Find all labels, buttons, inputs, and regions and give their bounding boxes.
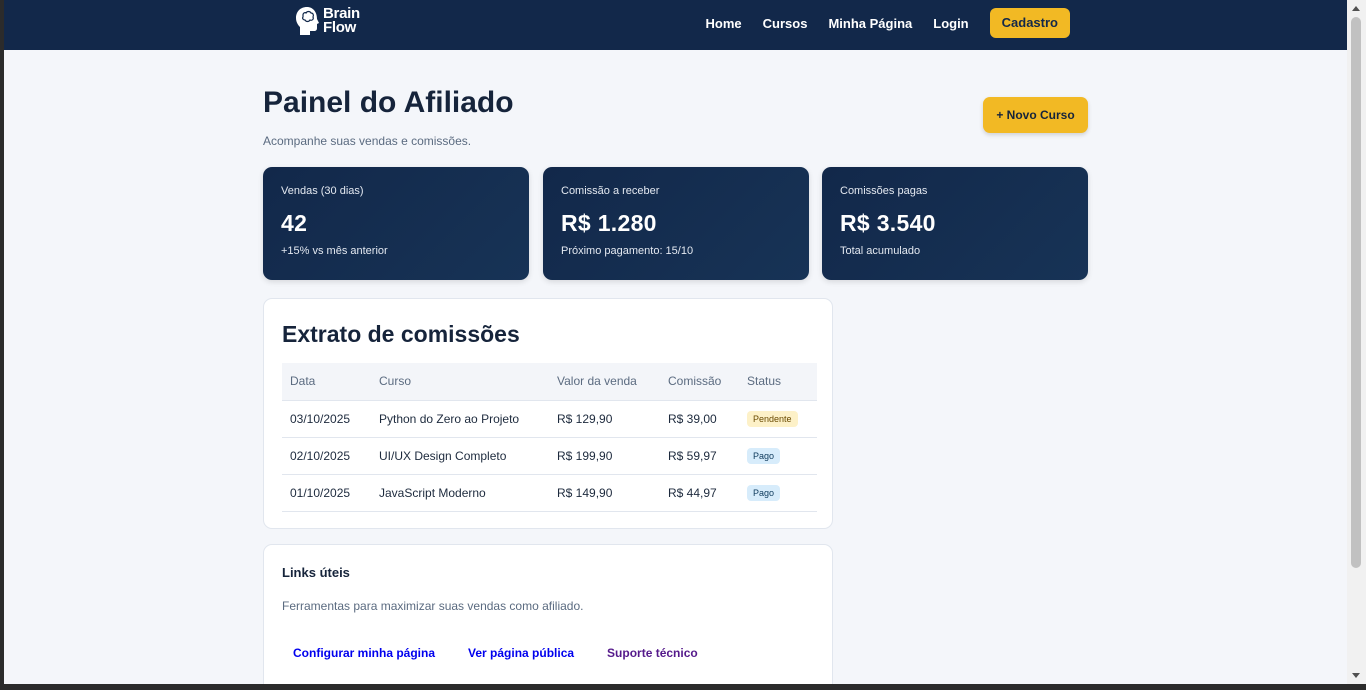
page-title: Painel do Afiliado — [263, 86, 514, 119]
cell-course: Python do Zero ao Projeto — [371, 400, 549, 438]
nav-minha-pagina[interactable]: Minha Página — [828, 16, 912, 31]
cell-course: JavaScript Moderno — [371, 474, 549, 512]
scrollbar-thumb[interactable] — [1351, 17, 1361, 568]
stat-value: R$ 3.540 — [840, 210, 936, 236]
useful-links-description: Ferramentas para maximizar suas vendas c… — [282, 599, 584, 613]
useful-links-list: Configurar minha página Ver página públi… — [293, 646, 731, 660]
table-row: 01/10/2025 JavaScript Moderno R$ 149,90 … — [282, 474, 817, 512]
cell-date: 01/10/2025 — [282, 474, 371, 512]
cell-sale-value: R$ 199,90 — [549, 437, 660, 475]
stat-note: Total acumulado — [840, 245, 921, 257]
stat-note: +15% vs mês anterior — [281, 245, 388, 257]
useful-links-panel: Links úteis Ferramentas para maximizar s… — [263, 544, 833, 684]
link-view-public-page[interactable]: Ver página pública — [468, 646, 574, 660]
stat-card-sales: Vendas (30 dias) 42 +15% vs mês anterior — [263, 167, 529, 280]
nav-cursos[interactable]: Cursos — [763, 16, 808, 31]
stat-label: Comissões pagas — [840, 185, 928, 197]
new-course-button[interactable]: + Novo Curso — [983, 97, 1088, 133]
cell-date: 02/10/2025 — [282, 437, 371, 475]
stat-card-commission-paid: Comissões pagas R$ 3.540 Total acumulado — [822, 167, 1088, 280]
stat-value: R$ 1.280 — [561, 210, 657, 236]
status-badge: Pendente — [747, 410, 798, 427]
stat-card-commission-receivable: Comissão a receber R$ 1.280 Próximo paga… — [543, 167, 809, 280]
table-row: 02/10/2025 UI/UX Design Completo R$ 199,… — [282, 437, 817, 475]
cell-date: 03/10/2025 — [282, 400, 371, 438]
status-badge: Pago — [747, 484, 781, 501]
table-header-row: Data Curso Valor da venda Comissão Statu… — [282, 363, 817, 401]
cell-commission: R$ 44,97 — [660, 474, 739, 512]
page-subtitle: Acompanhe suas vendas e comissões. — [263, 134, 472, 148]
cell-sale-value: R$ 149,90 — [549, 474, 660, 512]
brand-line-2: Flow — [323, 19, 356, 36]
cell-commission: R$ 39,00 — [660, 400, 739, 438]
cell-sale-value: R$ 129,90 — [549, 400, 660, 438]
col-header-date: Data — [282, 363, 371, 401]
scroll-down-arrow-icon[interactable] — [1352, 673, 1360, 678]
commission-table: Data Curso Valor da venda Comissão Statu… — [282, 363, 817, 512]
stat-value: 42 — [281, 210, 308, 236]
cell-status: Pendente — [739, 400, 817, 438]
page-viewport: Brain Flow Home Cursos Minha Página Logi… — [4, 0, 1347, 684]
cell-status: Pago — [739, 437, 817, 475]
stat-label: Vendas (30 dias) — [281, 185, 364, 197]
useful-links-title: Links úteis — [282, 565, 350, 580]
link-technical-support[interactable]: Suporte técnico — [607, 646, 698, 660]
col-header-sale-value: Valor da venda — [549, 363, 660, 401]
cell-commission: R$ 59,97 — [660, 437, 739, 475]
signup-button[interactable]: Cadastro — [989, 8, 1070, 38]
brand-logo[interactable]: Brain Flow — [294, 5, 360, 37]
vertical-scrollbar[interactable] — [1347, 0, 1366, 684]
stat-label: Comissão a receber — [561, 185, 660, 197]
nav-login[interactable]: Login — [933, 16, 968, 31]
brain-head-icon — [296, 7, 319, 35]
stat-note: Próximo pagamento: 15/10 — [561, 245, 694, 257]
main-nav: Home Cursos Minha Página Login Cadastro — [706, 8, 1070, 38]
cell-status: Pago — [739, 474, 817, 512]
table-row: 03/10/2025 Python do Zero ao Projeto R$ … — [282, 400, 817, 438]
link-configure-page[interactable]: Configurar minha página — [293, 646, 435, 660]
statement-title: Extrato de comissões — [282, 321, 520, 347]
commission-statement-panel: Extrato de comissões Data Curso Valor da… — [263, 298, 833, 529]
col-header-status: Status — [739, 363, 817, 401]
top-navbar: Brain Flow Home Cursos Minha Página Logi… — [4, 0, 1347, 50]
cell-course: UI/UX Design Completo — [371, 437, 549, 475]
scroll-up-arrow-icon[interactable] — [1352, 6, 1360, 11]
col-header-commission: Comissão — [660, 363, 739, 401]
col-header-course: Curso — [371, 363, 549, 401]
status-badge: Pago — [747, 447, 781, 464]
nav-home[interactable]: Home — [706, 16, 742, 31]
